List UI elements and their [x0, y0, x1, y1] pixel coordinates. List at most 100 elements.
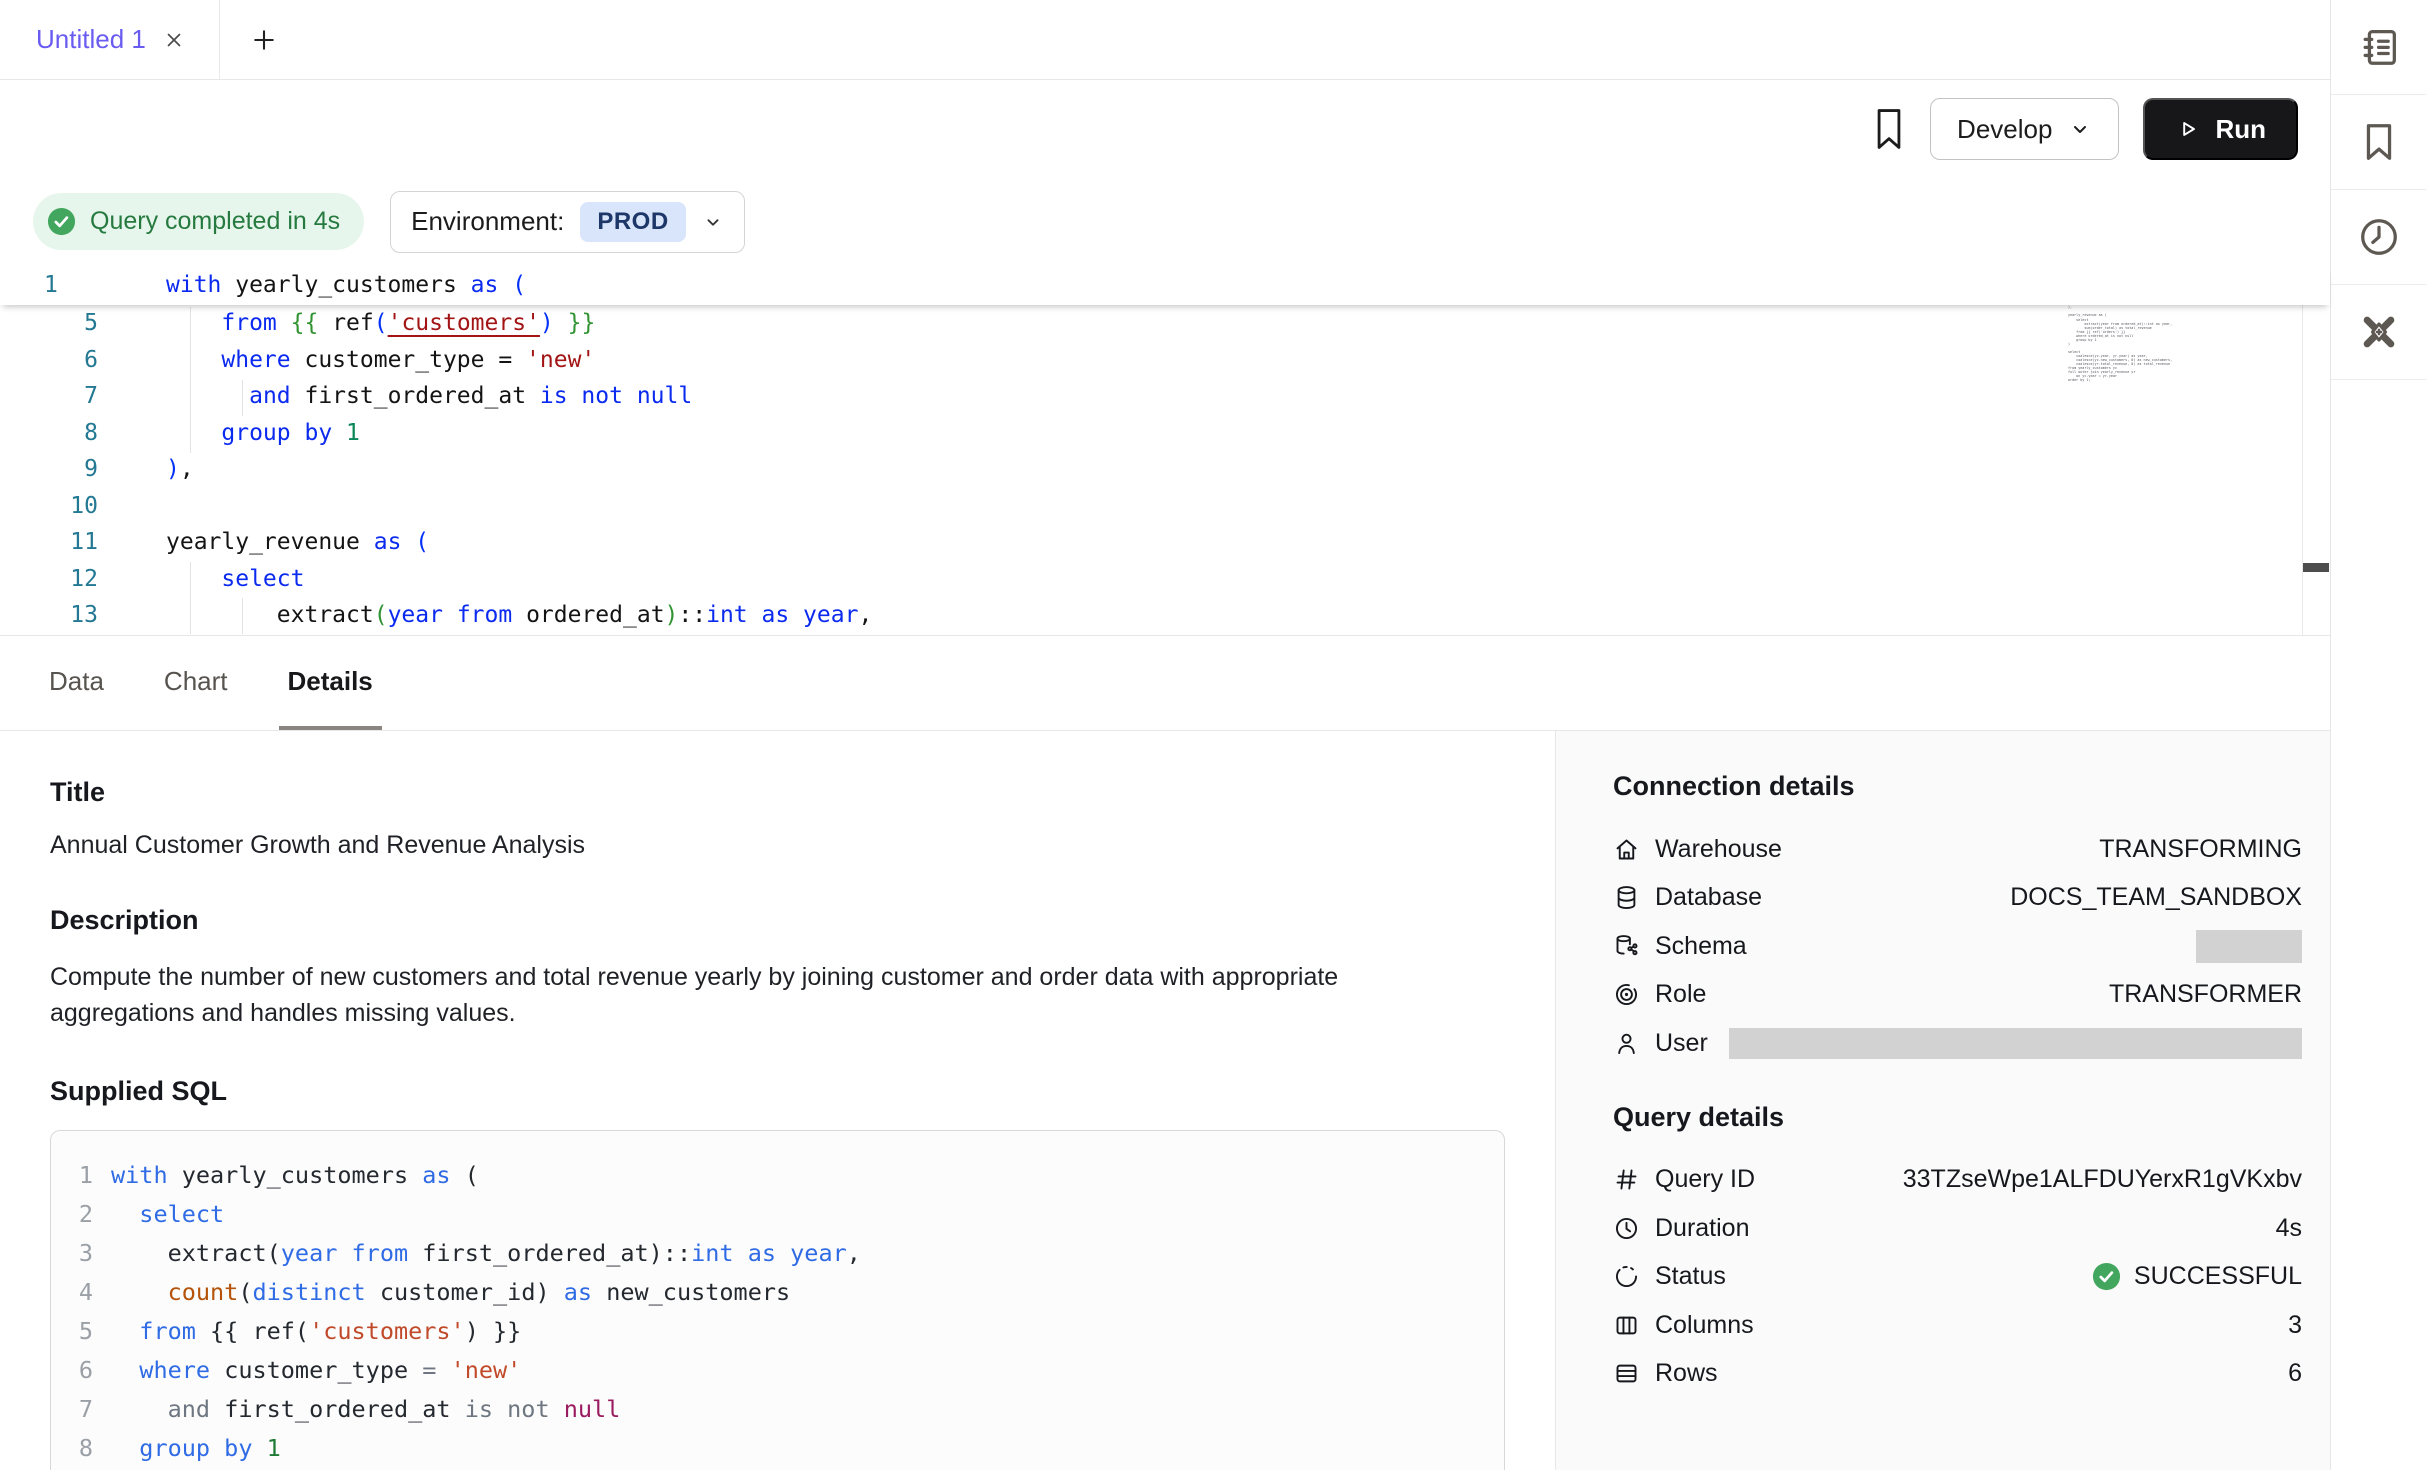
bookmark-icon[interactable]: [1872, 106, 1906, 152]
query-row-columns: Columns3: [1613, 1301, 2302, 1350]
new-tab-button[interactable]: [250, 0, 278, 79]
editor-line-1[interactable]: 1with yearly_customers as (: [0, 265, 2330, 305]
editor-line-7[interactable]: 7 and first_ordered_at is not null: [0, 378, 2330, 415]
connection-details-rows: WarehouseTRANSFORMINGDatabaseDOCS_TEAM_S…: [1613, 825, 2302, 1068]
check-circle-icon: [46, 206, 77, 237]
row-value: TRANSFORMER: [2109, 980, 2302, 1009]
result-tab-bar: Data Chart Details: [0, 635, 2330, 731]
line-number: 11: [0, 529, 98, 555]
line-number: 6: [65, 1356, 111, 1384]
bookmark-icon: [2356, 119, 2402, 165]
query-row-rows: Rows 6: [1613, 1350, 2302, 1399]
sparkle-x-icon: [2356, 309, 2402, 355]
sql-line-6: 6 where customer_type = 'new': [65, 1350, 1484, 1389]
line-number: 1: [0, 272, 98, 298]
query-row-duration: Duration 4s: [1613, 1204, 2302, 1253]
query-details-heading: Query details: [1613, 1102, 2302, 1133]
run-label: Run: [2215, 114, 2266, 145]
row-value: 4s: [2276, 1214, 2302, 1243]
tab-chart[interactable]: Chart: [155, 636, 237, 730]
toolbar: Develop Run: [0, 80, 2330, 178]
connection-row-database: DatabaseDOCS_TEAM_SANDBOX: [1613, 874, 2302, 923]
columns-icon: [1613, 1312, 1640, 1339]
line-number: 2: [65, 1200, 111, 1228]
editor-line-11[interactable]: 11 yearly_revenue as (: [0, 524, 2330, 561]
sql-line-7: 7 and first_ordered_at is not null: [65, 1389, 1484, 1428]
spinner-icon: [1613, 1263, 1640, 1290]
line-number: 1: [65, 1161, 111, 1189]
row-label: Rows: [1655, 1359, 1718, 1388]
line-number: 8: [0, 420, 98, 446]
sql-line-5: 5 from {{ ref('customers') }}: [65, 1311, 1484, 1350]
editor-line-6[interactable]: 6 where customer_type = 'new': [0, 342, 2330, 379]
code-text: select: [166, 566, 304, 592]
tab-title: Untitled 1: [36, 24, 146, 55]
code-text: and first_ordered_at is not null: [111, 1395, 620, 1423]
editor-scrollbar-track[interactable]: [2302, 265, 2330, 635]
code-text: where customer_type = 'new': [166, 347, 595, 373]
history-icon: [2356, 214, 2402, 260]
editor-line-10[interactable]: 10: [0, 488, 2330, 525]
query-details-rows: Query ID33TZseWpe1ALFDUYerxR1gVKxbvDurat…: [1613, 1156, 2302, 1399]
status-row: Query completed in 4s Environment: PROD: [0, 178, 2330, 265]
role-icon: [1613, 981, 1640, 1008]
row-value: 6: [2288, 1359, 2302, 1388]
row-label: Database: [1655, 883, 1762, 912]
title-text: Annual Customer Growth and Revenue Analy…: [50, 831, 1505, 860]
description-heading: Description: [50, 905, 1505, 936]
sql-editor[interactable]: 1with yearly_customers as ( 5 from {{ re…: [0, 265, 2330, 635]
line-number: 8: [65, 1434, 111, 1462]
tab-data[interactable]: Data: [40, 636, 113, 730]
row-label: Status: [1655, 1262, 1726, 1291]
row-label: Columns: [1655, 1311, 1754, 1340]
run-button[interactable]: Run: [2143, 98, 2298, 160]
environment-label: Environment:: [411, 206, 564, 237]
tab-untitled-1[interactable]: Untitled 1: [0, 0, 220, 79]
line-number: 4: [65, 1278, 111, 1306]
description-text: Compute the number of new customers and …: [50, 959, 1430, 1031]
line-number: 6: [0, 347, 98, 373]
editor-line-12[interactable]: 12 select: [0, 561, 2330, 598]
sql-line-8: 8 group by 1: [65, 1428, 1484, 1467]
row-label: Schema: [1655, 932, 1747, 961]
tab-details[interactable]: Details: [279, 636, 382, 730]
code-text: extract(year from first_ordered_at)::int…: [111, 1239, 861, 1267]
editor-line-8[interactable]: 8 group by 1: [0, 415, 2330, 452]
environment-select[interactable]: Environment: PROD: [390, 191, 745, 253]
editor-line-13[interactable]: 13 extract(year from ordered_at)::int as…: [0, 597, 2330, 634]
indent-guide: [190, 307, 191, 453]
editor-line-5[interactable]: 5 from {{ ref('customers') }}: [0, 305, 2330, 342]
check-circle-icon: [2091, 1261, 2122, 1292]
close-icon[interactable]: [162, 28, 186, 52]
row-label: Duration: [1655, 1214, 1750, 1243]
editor-scrollbar-thumb[interactable]: [2303, 563, 2329, 572]
sql-line-4: 4 count(distinct customer_id) as new_cus…: [65, 1272, 1484, 1311]
main-column: Untitled 1 Develop Run: [0, 0, 2330, 1470]
line-number: 3: [65, 1239, 111, 1267]
code-text: yearly_revenue as (: [166, 529, 429, 555]
query-status-pill: Query completed in 4s: [33, 193, 364, 250]
editor-line-9[interactable]: 9),: [0, 451, 2330, 488]
redacted-value-bar: [2196, 930, 2302, 963]
develop-label: Develop: [1957, 114, 2052, 145]
chevron-down-icon: [702, 211, 724, 233]
sidebar-button-history[interactable]: [2331, 190, 2426, 285]
row-label: Warehouse: [1655, 835, 1782, 864]
develop-button[interactable]: Develop: [1930, 98, 2119, 160]
code-text: extract(year from ordered_at)::int as ye…: [166, 602, 872, 628]
sidebar-button-sparkle-x[interactable]: [2331, 285, 2426, 380]
query-status-text: Query completed in 4s: [90, 207, 340, 236]
indent-guide: [242, 380, 243, 416]
sidebar-button-bookmark[interactable]: [2331, 95, 2426, 190]
code-text: with yearly_customers as (: [111, 1161, 479, 1189]
sql-line-3: 3 extract(year from first_ordered_at)::i…: [65, 1233, 1484, 1272]
connection-row-role: Role TRANSFORMER: [1613, 971, 2302, 1020]
details-left-pane: Title Annual Customer Growth and Revenue…: [0, 731, 1556, 1470]
line-number: 10: [0, 493, 98, 519]
indent-guide: [242, 598, 243, 634]
row-label: Role: [1655, 980, 1706, 1009]
sidebar-button-notebook[interactable]: [2331, 0, 2426, 95]
clock-icon: [1613, 1215, 1640, 1242]
supplied-sql-block: 1with yearly_customers as (2 select3 ext…: [50, 1130, 1505, 1470]
line-number: 12: [0, 566, 98, 592]
